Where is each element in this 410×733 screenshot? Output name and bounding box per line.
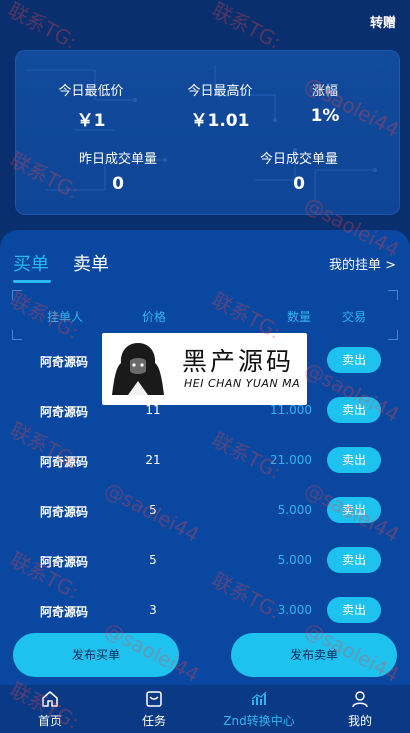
bottom-navigation: 首页 任务 Znd转换中心 我的 xyxy=(0,685,410,733)
stat-value: 0 xyxy=(293,174,305,194)
sell-button[interactable]: 卖出 xyxy=(327,447,381,473)
table-row: 阿奇源码 5 5.000 卖出 xyxy=(0,535,410,585)
stat-value: 0 xyxy=(112,174,124,194)
column-header-price: 价格 xyxy=(142,310,167,324)
table-row: 阿奇源码 21 21.000 卖出 xyxy=(0,435,410,485)
stat-value: ￥1.01 xyxy=(190,111,250,131)
stat-label: 昨日成交单量 xyxy=(78,152,157,167)
order-owner: 阿奇源码 xyxy=(40,555,89,569)
stat-yesterday-volume: 昨日成交单量 0 xyxy=(51,148,185,194)
order-quantity: 5.000 xyxy=(277,503,312,517)
sell-button[interactable]: 卖出 xyxy=(327,347,381,373)
nav-label: 任务 xyxy=(141,714,166,728)
order-quantity: 5.000 xyxy=(277,553,312,567)
order-quantity: 21.000 xyxy=(270,453,312,467)
column-header-owner: 挂单人 xyxy=(47,310,84,324)
order-price: 5 xyxy=(149,553,157,567)
order-price: 11 xyxy=(145,403,161,417)
order-price: 5 xyxy=(149,503,157,517)
publish-action-bar: 发布买单 发布卖单 xyxy=(0,627,410,687)
task-icon xyxy=(146,691,162,707)
top-bar: 转赠 xyxy=(0,0,410,44)
order-price: 3 xyxy=(149,603,157,617)
transfer-link[interactable]: 转赠 xyxy=(370,12,396,31)
publish-buy-order-button[interactable]: 发布买单 xyxy=(13,633,179,677)
stat-value: ￥1 xyxy=(76,111,106,131)
overlay-title: 黑产源码 xyxy=(182,347,295,376)
stat-amplitude: 涨幅 1% xyxy=(285,80,365,126)
publish-sell-order-button[interactable]: 发布卖单 xyxy=(231,633,397,677)
column-header-trade: 交易 xyxy=(342,310,367,324)
order-book-panel: 买单 卖单 我的挂单 > 挂单人 价格 数量 交易 阿奇源码 卖出 阿奇源码 1… xyxy=(0,230,410,630)
order-quantity: 11.000 xyxy=(270,403,312,417)
stat-label: 今日最低价 xyxy=(58,84,124,99)
column-header-quantity: 数量 xyxy=(287,310,312,324)
stat-label: 今日成交单量 xyxy=(259,152,338,167)
order-owner: 阿奇源码 xyxy=(40,605,89,619)
frame-corner xyxy=(388,290,398,300)
stat-label: 今日最高价 xyxy=(187,84,253,99)
order-owner: 阿奇源码 xyxy=(40,355,89,369)
order-owner: 阿奇源码 xyxy=(40,505,89,519)
my-orders-link[interactable]: 我的挂单 > xyxy=(329,254,396,273)
overlay-logo-banner: 黑产源码 HEI CHAN YUAN MA xyxy=(102,333,307,405)
frame-corner xyxy=(12,290,22,300)
stat-today-high: 今日最高价 ￥1.01 xyxy=(155,80,285,131)
stat-value: 1% xyxy=(310,106,340,126)
logo-figure-icon xyxy=(112,343,164,395)
nav-item-mine[interactable]: 我的 xyxy=(319,685,401,733)
sell-button[interactable]: 卖出 xyxy=(327,547,381,573)
table-row: 阿奇源码 3 3.000 卖出 xyxy=(0,585,410,630)
order-quantity: 3.000 xyxy=(277,603,312,617)
sell-button[interactable]: 卖出 xyxy=(327,397,381,423)
market-stats-card: 今日最低价 ￥1 今日最高价 ￥1.01 涨幅 1% 昨日成交单量 0 今日成交… xyxy=(15,50,400,215)
stat-today-low: 今日最低价 ￥1 xyxy=(35,80,147,131)
tab-buy-orders[interactable]: 买单 xyxy=(13,250,49,276)
nav-item-swap-center[interactable]: Znd转换中心 xyxy=(218,685,300,733)
home-icon xyxy=(42,691,58,707)
tab-sell-orders[interactable]: 卖单 xyxy=(73,250,109,276)
nav-label: 首页 xyxy=(37,714,62,728)
order-price: 21 xyxy=(145,453,161,467)
nav-label: 我的 xyxy=(347,714,372,728)
table-row: 阿奇源码 5 5.000 卖出 xyxy=(0,485,410,535)
nav-item-task[interactable]: 任务 xyxy=(113,685,195,733)
overlay-subtitle: HEI CHAN YUAN MA xyxy=(184,377,301,390)
order-owner: 阿奇源码 xyxy=(40,455,89,469)
nav-item-home[interactable]: 首页 xyxy=(9,685,91,733)
order-owner: 阿奇源码 xyxy=(40,405,89,419)
chart-icon xyxy=(251,691,267,705)
user-icon xyxy=(352,691,368,708)
active-tab-indicator xyxy=(13,280,51,283)
nav-label: Znd转换中心 xyxy=(223,714,295,728)
stat-today-volume: 今日成交单量 0 xyxy=(225,148,373,194)
sell-button[interactable]: 卖出 xyxy=(327,497,381,523)
sell-button[interactable]: 卖出 xyxy=(327,597,381,623)
stat-label: 涨幅 xyxy=(311,84,338,99)
